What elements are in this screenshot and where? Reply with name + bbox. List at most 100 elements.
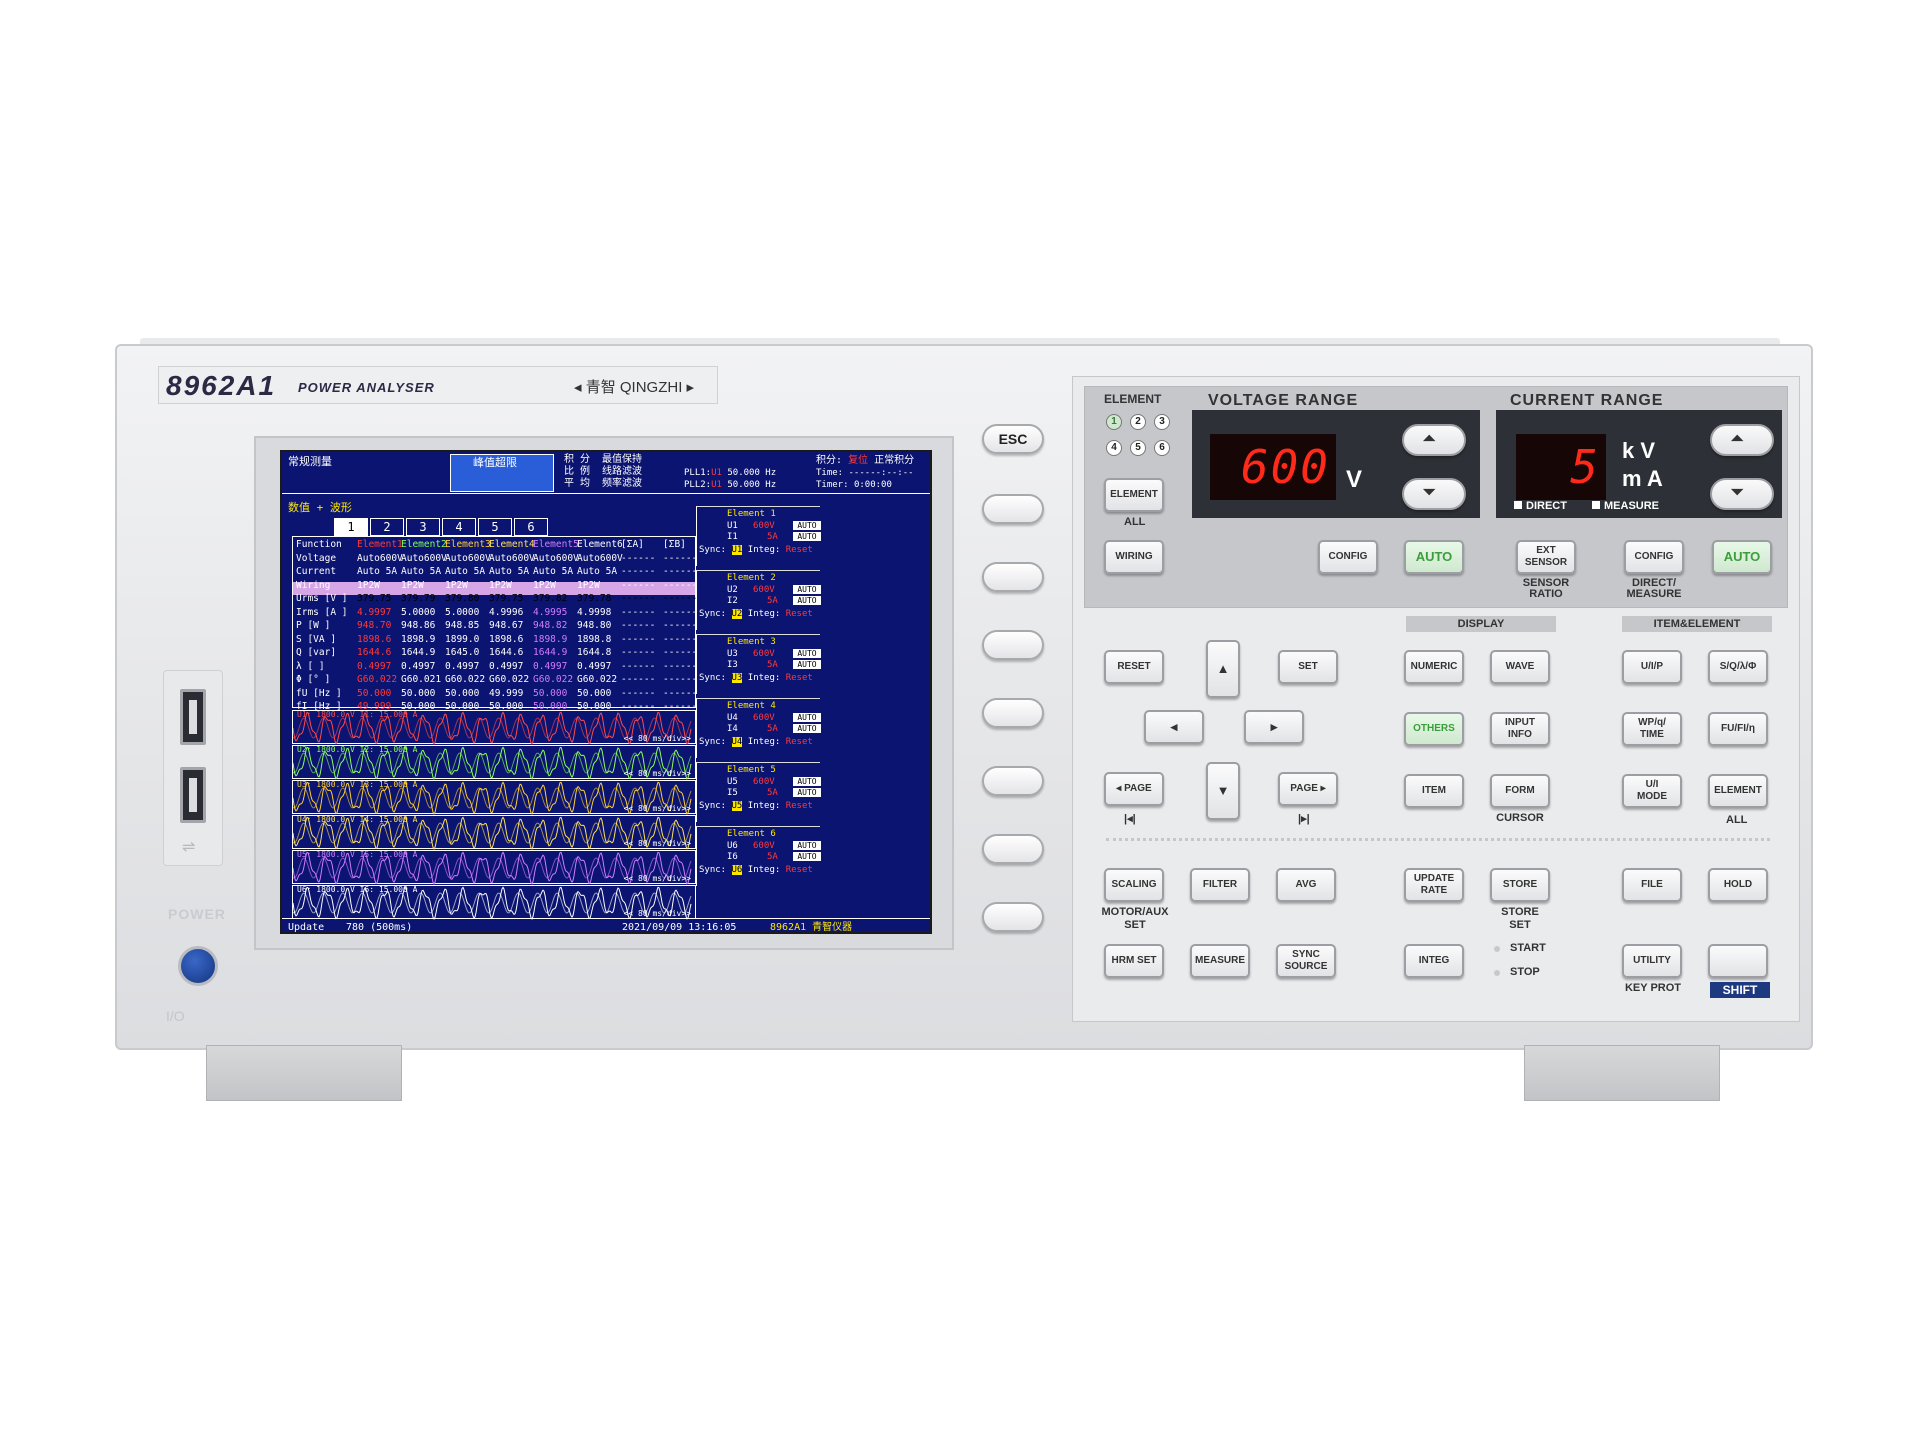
brand-logo: ◂ 青智 QINGZHI ▸ bbox=[574, 379, 695, 396]
table-cell: G60.022 bbox=[445, 674, 486, 685]
table-row-label: P [W ] bbox=[296, 620, 331, 631]
page-right-button[interactable]: PAGE ▸ bbox=[1278, 772, 1338, 806]
waveform-label: U5: 1800.0 V I5: 15.000 A bbox=[297, 850, 418, 859]
table-cell: 4.9995 bbox=[533, 606, 568, 618]
element-v-range: 600V bbox=[753, 521, 775, 531]
element-button[interactable]: ELEMENT bbox=[1104, 478, 1164, 512]
wp-time-button[interactable]: WP/q/TIME bbox=[1622, 712, 1682, 746]
input-info-button[interactable]: INPUT INFO bbox=[1490, 712, 1550, 746]
scaling-button[interactable]: SCALING bbox=[1104, 868, 1164, 902]
nav-right-button[interactable]: ▸ bbox=[1244, 710, 1304, 744]
measure-button[interactable]: MEASURE bbox=[1190, 944, 1250, 978]
element-status-box: Element 6 U6 600V AUTO I6 5A AUTO Sync: U6 Inte… bbox=[696, 826, 821, 886]
table-cell: 4.9996 bbox=[489, 606, 524, 618]
tab-2[interactable]: 2 bbox=[370, 518, 404, 536]
page-left-button[interactable]: ◂ PAGE bbox=[1104, 772, 1164, 806]
softkey-4[interactable] bbox=[982, 698, 1044, 728]
table-cell: ------ bbox=[621, 687, 656, 699]
ui-mode-button[interactable]: U/I MODE bbox=[1622, 774, 1682, 808]
ext-sensor-button[interactable]: EXT SENSOR bbox=[1516, 540, 1576, 574]
usb-panel: ⇌ bbox=[163, 670, 223, 866]
time-div-label: << 80 ms/div>> bbox=[623, 909, 691, 918]
voltage-auto-button[interactable]: AUTO bbox=[1404, 540, 1464, 574]
voltage-up-button[interactable]: ⏶ bbox=[1402, 424, 1466, 456]
element-all-label: ALL bbox=[1124, 516, 1146, 528]
table-row-label: Φ [° ] bbox=[296, 674, 331, 685]
hold-button[interactable]: HOLD bbox=[1708, 868, 1768, 902]
element-led-5: 5 bbox=[1130, 440, 1146, 456]
tab-4[interactable]: 4 bbox=[442, 518, 476, 536]
element-status-box: Element 5 U5 600V AUTO I5 5A AUTO Sync: U5 Inte… bbox=[696, 762, 821, 822]
table-cell: 379.75 bbox=[357, 593, 392, 604]
power-button[interactable] bbox=[178, 946, 218, 986]
table-cell: ------ bbox=[663, 566, 698, 577]
table-cell: Auto 5A bbox=[357, 566, 398, 577]
update-rate-button[interactable]: UPDATE RATE bbox=[1404, 868, 1464, 902]
current-down-button[interactable]: ⏷ bbox=[1710, 478, 1774, 510]
softkey-7[interactable] bbox=[982, 902, 1044, 932]
footer-brand: 8962A1 青智仪器 bbox=[770, 922, 853, 933]
shift-button[interactable] bbox=[1708, 944, 1768, 978]
uip-button[interactable]: U/I/P bbox=[1622, 650, 1682, 684]
softkey-6[interactable] bbox=[982, 834, 1044, 864]
table-cell: 1P2W bbox=[401, 579, 424, 591]
tab-1[interactable]: 1 bbox=[334, 518, 368, 536]
numeric-button[interactable]: NUMERIC bbox=[1404, 650, 1464, 684]
time-div-label: << 80 ms/div>> bbox=[623, 839, 691, 848]
softkey-5[interactable] bbox=[982, 766, 1044, 796]
nav-up-button[interactable]: ▲ bbox=[1206, 640, 1240, 698]
voltage-config-button[interactable]: CONFIG bbox=[1318, 540, 1378, 574]
display-group-header: DISPLAY bbox=[1406, 616, 1556, 632]
table-cell: 0.4997 bbox=[445, 660, 480, 672]
others-button[interactable]: OTHERS bbox=[1404, 712, 1464, 746]
tab-6[interactable]: 6 bbox=[514, 518, 548, 536]
element-i-range: 5A bbox=[767, 596, 778, 606]
table-cell: 1P2W bbox=[577, 579, 600, 591]
current-range-display: 5 bbox=[1516, 434, 1606, 500]
table-cell: 5.0000 bbox=[445, 606, 480, 618]
element-select-button[interactable]: ELEMENT bbox=[1708, 774, 1768, 808]
table-cell: 948.70 bbox=[357, 620, 392, 631]
element-u: U5 bbox=[727, 777, 738, 787]
file-button[interactable]: FILE bbox=[1622, 868, 1682, 902]
element-v-auto: AUTO bbox=[793, 649, 821, 658]
table-row-label: fU [Hz ] bbox=[296, 687, 342, 699]
nav-left-button[interactable]: ◂ bbox=[1144, 710, 1204, 744]
tab-3[interactable]: 3 bbox=[406, 518, 440, 536]
softkey-3[interactable] bbox=[982, 630, 1044, 660]
item-button[interactable]: ITEM bbox=[1404, 774, 1464, 808]
utility-button[interactable]: UTILITY bbox=[1622, 944, 1682, 978]
table-cell: 948.85 bbox=[445, 620, 480, 631]
current-up-button[interactable]: ⏶ bbox=[1710, 424, 1774, 456]
esc-button[interactable]: ESC bbox=[982, 424, 1044, 454]
usb-port-2[interactable] bbox=[180, 767, 206, 823]
table-cell: 948.67 bbox=[489, 620, 524, 631]
softkey-2[interactable] bbox=[982, 562, 1044, 592]
reset-button[interactable]: RESET bbox=[1104, 650, 1164, 684]
table-column-header: Element2 bbox=[401, 539, 447, 550]
current-auto-button[interactable]: AUTO bbox=[1712, 540, 1772, 574]
store-button[interactable]: STORE bbox=[1490, 868, 1550, 902]
stop-label: STOP bbox=[1510, 966, 1540, 978]
filter-button[interactable]: FILTER bbox=[1190, 868, 1250, 902]
tab-5[interactable]: 5 bbox=[478, 518, 512, 536]
current-config-button[interactable]: CONFIG bbox=[1624, 540, 1684, 574]
hrm-set-button[interactable]: HRM SET bbox=[1104, 944, 1164, 978]
sync-source-button[interactable]: SYNC SOURCE bbox=[1276, 944, 1336, 978]
voltage-down-button[interactable]: ⏷ bbox=[1402, 478, 1466, 510]
sq-lambda-phi-button[interactable]: S/Q/λ/Φ bbox=[1708, 650, 1768, 684]
usb-port-1[interactable] bbox=[180, 689, 206, 745]
table-cell: ------ bbox=[621, 660, 656, 672]
set-button[interactable]: SET bbox=[1278, 650, 1338, 684]
nav-down-button[interactable]: ▼ bbox=[1206, 762, 1240, 820]
element-sync: Sync: U1 Integ: Reset bbox=[699, 545, 813, 555]
avg-button[interactable]: AVG bbox=[1276, 868, 1336, 902]
element-side-panel: Element 1 U1 600V AUTO I1 5A AUTO Sync: U1 Inte… bbox=[696, 506, 821, 886]
integ-button[interactable]: INTEG bbox=[1404, 944, 1464, 978]
fu-fi-eta-button[interactable]: FU/FI/η bbox=[1708, 712, 1768, 746]
wiring-button[interactable]: WIRING bbox=[1104, 540, 1164, 574]
form-button[interactable]: FORM bbox=[1490, 774, 1550, 808]
time-readout: Time: ------:--:-- bbox=[816, 468, 914, 478]
softkey-1[interactable] bbox=[982, 494, 1044, 524]
wave-button[interactable]: WAVE bbox=[1490, 650, 1550, 684]
